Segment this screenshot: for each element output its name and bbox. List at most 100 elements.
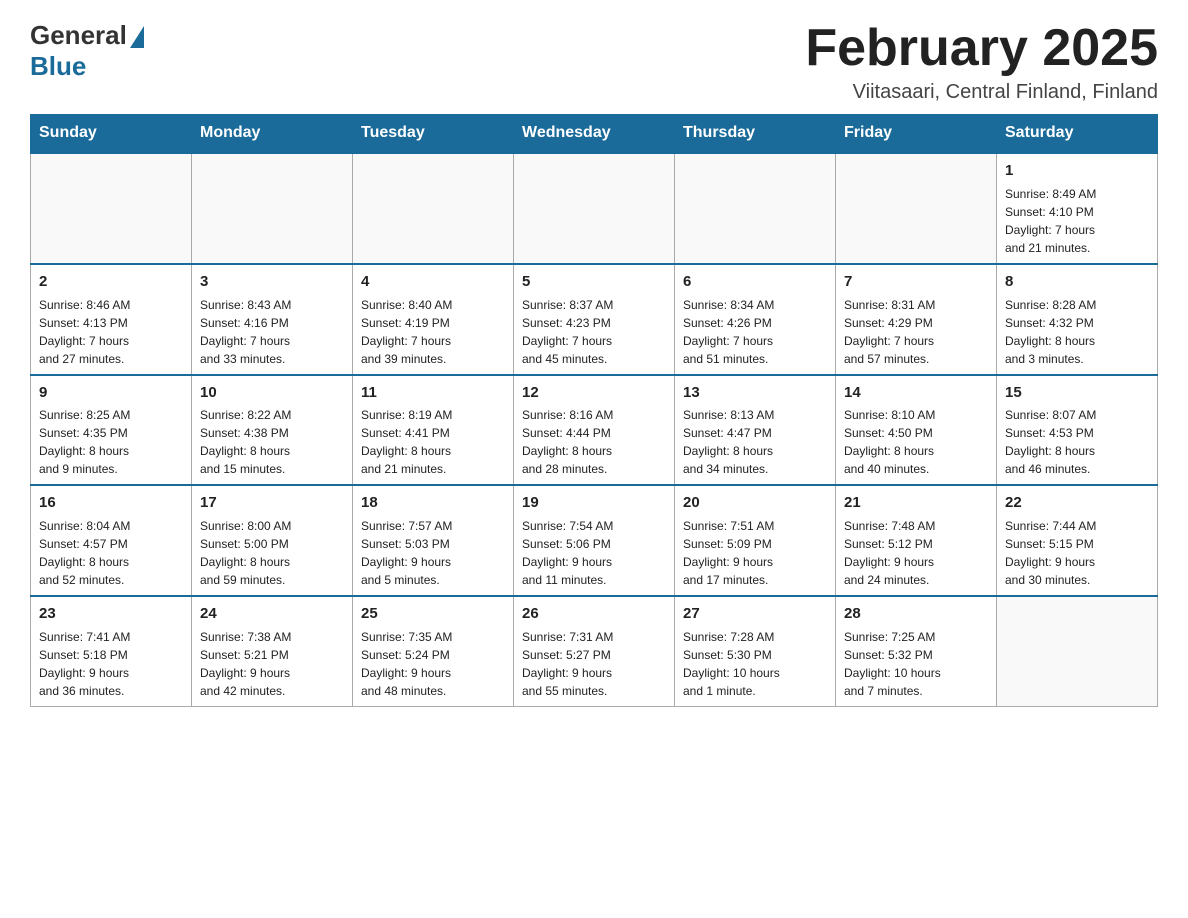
table-row: 13Sunrise: 8:13 AMSunset: 4:47 PMDayligh… bbox=[675, 375, 836, 486]
calendar-week-row: 9Sunrise: 8:25 AMSunset: 4:35 PMDaylight… bbox=[31, 375, 1158, 486]
day-info: Sunrise: 8:16 AMSunset: 4:44 PMDaylight:… bbox=[522, 406, 666, 478]
day-number: 10 bbox=[200, 382, 344, 404]
day-number: 12 bbox=[522, 382, 666, 404]
table-row bbox=[997, 596, 1158, 706]
table-row: 9Sunrise: 8:25 AMSunset: 4:35 PMDaylight… bbox=[31, 375, 192, 486]
day-number: 26 bbox=[522, 603, 666, 625]
table-row: 11Sunrise: 8:19 AMSunset: 4:41 PMDayligh… bbox=[353, 375, 514, 486]
table-row: 5Sunrise: 8:37 AMSunset: 4:23 PMDaylight… bbox=[514, 264, 675, 375]
page-header: General Blue February 2025 Viitasaari, C… bbox=[30, 20, 1158, 104]
day-info: Sunrise: 8:00 AMSunset: 5:00 PMDaylight:… bbox=[200, 517, 344, 589]
day-info: Sunrise: 7:54 AMSunset: 5:06 PMDaylight:… bbox=[522, 517, 666, 589]
table-row: 1 Sunrise: 8:49 AMSunset: 4:10 PMDaylight… bbox=[997, 153, 1158, 264]
logo-triangle-icon bbox=[130, 26, 144, 48]
header-wednesday: Wednesday bbox=[514, 114, 675, 153]
table-row: 4 Sunrise: 8:40 AMSunset: 4:19 PMDaylight… bbox=[353, 264, 514, 375]
day-number: 11 bbox=[361, 382, 505, 404]
header-friday: Friday bbox=[836, 114, 997, 153]
day-number: 14 bbox=[844, 382, 988, 404]
day-info: Sunrise: 8:40 AMSunset: 4:19 PMDaylight:… bbox=[361, 296, 505, 368]
location-text: Viitasaari, Central Finland, Finland bbox=[805, 81, 1158, 104]
day-info: Sunrise: 7:44 AMSunset: 5:15 PMDaylight:… bbox=[1005, 517, 1149, 589]
day-number: 5 bbox=[522, 271, 666, 293]
table-row: 19 Sunrise: 7:54 AMSunset: 5:06 PMDayligh… bbox=[514, 485, 675, 596]
day-info: Sunrise: 8:04 AMSunset: 4:57 PMDaylight:… bbox=[39, 517, 183, 589]
table-row bbox=[514, 153, 675, 264]
day-info: Sunrise: 8:13 AMSunset: 4:47 PMDaylight:… bbox=[683, 406, 827, 478]
day-number: 20 bbox=[683, 492, 827, 514]
day-number: 6 bbox=[683, 271, 827, 293]
day-info: Sunrise: 7:48 AMSunset: 5:12 PMDaylight:… bbox=[844, 517, 988, 589]
day-info: Sunrise: 8:31 AMSunset: 4:29 PMDaylight:… bbox=[844, 296, 988, 368]
day-info: Sunrise: 8:43 AMSunset: 4:16 PMDaylight:… bbox=[200, 296, 344, 368]
day-number: 3 bbox=[200, 271, 344, 293]
day-number: 19 bbox=[522, 492, 666, 514]
calendar-week-row: 1 Sunrise: 8:49 AMSunset: 4:10 PMDaylight… bbox=[31, 153, 1158, 264]
table-row bbox=[353, 153, 514, 264]
day-info: Sunrise: 8:22 AMSunset: 4:38 PMDaylight:… bbox=[200, 406, 344, 478]
table-row: 20Sunrise: 7:51 AMSunset: 5:09 PMDayligh… bbox=[675, 485, 836, 596]
header-sunday: Sunday bbox=[31, 114, 192, 153]
day-info: Sunrise: 7:28 AMSunset: 5:30 PMDaylight:… bbox=[683, 628, 827, 700]
table-row bbox=[675, 153, 836, 264]
table-row: 8Sunrise: 8:28 AMSunset: 4:32 PMDaylight… bbox=[997, 264, 1158, 375]
day-number: 1 bbox=[1005, 160, 1149, 182]
day-info: Sunrise: 7:41 AMSunset: 5:18 PMDaylight:… bbox=[39, 628, 183, 700]
table-row: 14Sunrise: 8:10 AMSunset: 4:50 PMDayligh… bbox=[836, 375, 997, 486]
day-number: 24 bbox=[200, 603, 344, 625]
day-number: 7 bbox=[844, 271, 988, 293]
day-number: 17 bbox=[200, 492, 344, 514]
day-number: 23 bbox=[39, 603, 183, 625]
header-saturday: Saturday bbox=[997, 114, 1158, 153]
day-info: Sunrise: 8:07 AMSunset: 4:53 PMDaylight:… bbox=[1005, 406, 1149, 478]
day-info: Sunrise: 8:46 AMSunset: 4:13 PMDaylight:… bbox=[39, 296, 183, 368]
table-row: 22 Sunrise: 7:44 AMSunset: 5:15 PMDayligh… bbox=[997, 485, 1158, 596]
day-info: Sunrise: 7:35 AMSunset: 5:24 PMDaylight:… bbox=[361, 628, 505, 700]
table-row: 10Sunrise: 8:22 AMSunset: 4:38 PMDayligh… bbox=[192, 375, 353, 486]
table-row: 2 Sunrise: 8:46 AMSunset: 4:13 PMDaylight… bbox=[31, 264, 192, 375]
day-info: Sunrise: 7:31 AMSunset: 5:27 PMDaylight:… bbox=[522, 628, 666, 700]
day-info: Sunrise: 7:25 AMSunset: 5:32 PMDaylight:… bbox=[844, 628, 988, 700]
table-row: 18 Sunrise: 7:57 AMSunset: 5:03 PMDayligh… bbox=[353, 485, 514, 596]
table-row: 6 Sunrise: 8:34 AMSunset: 4:26 PMDaylight… bbox=[675, 264, 836, 375]
day-info: Sunrise: 8:34 AMSunset: 4:26 PMDaylight:… bbox=[683, 296, 827, 368]
day-number: 8 bbox=[1005, 271, 1149, 293]
table-row: 25 Sunrise: 7:35 AMSunset: 5:24 PMDayligh… bbox=[353, 596, 514, 706]
day-info: Sunrise: 7:38 AMSunset: 5:21 PMDaylight:… bbox=[200, 628, 344, 700]
day-number: 22 bbox=[1005, 492, 1149, 514]
table-row: 3 Sunrise: 8:43 AMSunset: 4:16 PMDaylight… bbox=[192, 264, 353, 375]
calendar-week-row: 23 Sunrise: 7:41 AMSunset: 5:18 PMDayligh… bbox=[31, 596, 1158, 706]
table-row: 16Sunrise: 8:04 AMSunset: 4:57 PMDayligh… bbox=[31, 485, 192, 596]
logo-general-text: General bbox=[30, 20, 127, 51]
day-info: Sunrise: 8:19 AMSunset: 4:41 PMDaylight:… bbox=[361, 406, 505, 478]
table-row: 15Sunrise: 8:07 AMSunset: 4:53 PMDayligh… bbox=[997, 375, 1158, 486]
calendar-week-row: 16Sunrise: 8:04 AMSunset: 4:57 PMDayligh… bbox=[31, 485, 1158, 596]
day-number: 25 bbox=[361, 603, 505, 625]
table-row: 17 Sunrise: 8:00 AMSunset: 5:00 PMDayligh… bbox=[192, 485, 353, 596]
title-section: February 2025 Viitasaari, Central Finlan… bbox=[805, 20, 1158, 104]
day-number: 18 bbox=[361, 492, 505, 514]
table-row: 12Sunrise: 8:16 AMSunset: 4:44 PMDayligh… bbox=[514, 375, 675, 486]
day-number: 4 bbox=[361, 271, 505, 293]
table-row: 7 Sunrise: 8:31 AMSunset: 4:29 PMDaylight… bbox=[836, 264, 997, 375]
day-info: Sunrise: 8:49 AMSunset: 4:10 PMDaylight:… bbox=[1005, 185, 1149, 257]
table-row: 23 Sunrise: 7:41 AMSunset: 5:18 PMDayligh… bbox=[31, 596, 192, 706]
calendar-week-row: 2 Sunrise: 8:46 AMSunset: 4:13 PMDaylight… bbox=[31, 264, 1158, 375]
logo: General Blue bbox=[30, 20, 144, 82]
day-info: Sunrise: 8:10 AMSunset: 4:50 PMDaylight:… bbox=[844, 406, 988, 478]
table-row: 28Sunrise: 7:25 AMSunset: 5:32 PMDayligh… bbox=[836, 596, 997, 706]
table-row bbox=[31, 153, 192, 264]
header-tuesday: Tuesday bbox=[353, 114, 514, 153]
table-row: 24 Sunrise: 7:38 AMSunset: 5:21 PMDayligh… bbox=[192, 596, 353, 706]
day-number: 2 bbox=[39, 271, 183, 293]
day-number: 15 bbox=[1005, 382, 1149, 404]
table-row: 26 Sunrise: 7:31 AMSunset: 5:27 PMDayligh… bbox=[514, 596, 675, 706]
day-number: 21 bbox=[844, 492, 988, 514]
day-info: Sunrise: 7:57 AMSunset: 5:03 PMDaylight:… bbox=[361, 517, 505, 589]
header-thursday: Thursday bbox=[675, 114, 836, 153]
day-number: 27 bbox=[683, 603, 827, 625]
calendar-header-row: Sunday Monday Tuesday Wednesday Thursday… bbox=[31, 114, 1158, 153]
day-number: 9 bbox=[39, 382, 183, 404]
table-row bbox=[836, 153, 997, 264]
logo-blue-text: Blue bbox=[30, 51, 86, 82]
